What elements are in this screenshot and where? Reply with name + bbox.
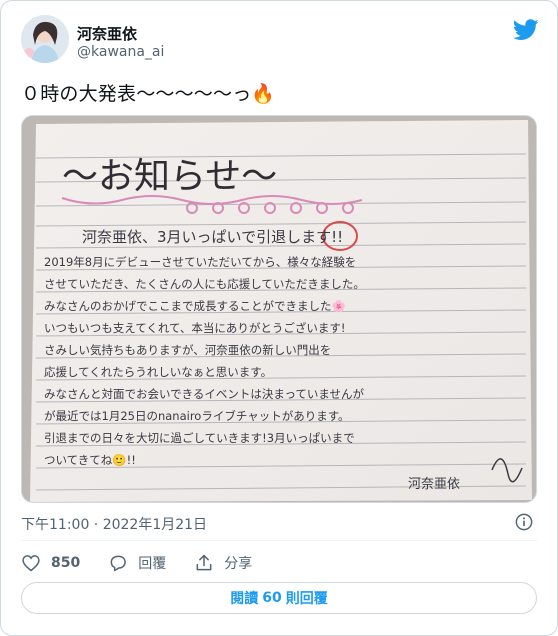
reply-button[interactable]: 回覆	[108, 553, 166, 573]
letter-line: 河奈亜依、3月いっぱいで引退します!!	[82, 228, 343, 246]
letter-line: さみしい気持ちもありますが、河奈亜依の新しい門出を	[44, 343, 331, 357]
letter-line: いつもいつも支えてくれて、本当にありがとうございます!	[44, 321, 346, 335]
avatar-image	[21, 15, 69, 63]
letter-line: みなさんと対面でお会いできるイベントは決まっていませんが	[44, 387, 365, 401]
read-replies-prefix: 閱讀	[230, 591, 259, 607]
heart-icon	[22, 555, 40, 572]
twitter-bird-icon[interactable]	[513, 19, 539, 41]
reply-label: 回覆	[138, 556, 167, 572]
tweet-text: ０時の大発表〜〜〜〜〜っ🔥	[21, 83, 276, 105]
letter-title: 〜お知らせ〜	[62, 156, 277, 197]
tweet-timestamp[interactable]: 下午11:00 · 2022年1月21日	[21, 514, 207, 534]
letter-line: ついてきてね🙂!!	[44, 453, 136, 467]
author-name[interactable]: 河奈亜依	[77, 23, 137, 44]
info-icon[interactable]	[515, 513, 533, 531]
avatar[interactable]	[21, 15, 69, 63]
share-icon	[196, 554, 212, 571]
letter-signature: 河奈亜依	[408, 477, 460, 492]
letter-photo: 〜お知らせ〜 河奈亜依、3月いっぱいで引退します!! 2019年8月にデビューさ…	[22, 116, 536, 502]
tweet-actions: 850 回覆 分享	[21, 549, 280, 577]
tweet-card: 河奈亜依 @kawana_ai ０時の大発表〜〜〜〜〜っ🔥 〜お知らせ〜 河奈亜…	[0, 0, 558, 636]
author-handle[interactable]: @kawana_ai	[77, 44, 164, 60]
letter-line: 引退までの日々を大切に過ごしていきます!3月いっぱいまで	[44, 431, 355, 445]
like-count: 850	[51, 555, 81, 571]
share-label: 分享	[224, 556, 253, 572]
letter-line: させていただき、たくさんの人にも応援していただきました。	[44, 277, 365, 291]
like-button[interactable]: 850	[21, 553, 80, 573]
letter-line: が最近では1月25日のnanairoライブチャットがあります。	[44, 409, 350, 423]
read-replies-button[interactable]: 閱讀 60 則回覆	[21, 582, 537, 614]
read-replies-suffix: 則回覆	[285, 591, 328, 607]
letter-line: 2019年8月にデビューさせていただいてから、様々な経験を	[44, 255, 356, 269]
letter-line: 応援してくれたらうれしいなぁと思います。	[44, 365, 272, 379]
share-button[interactable]: 分享	[194, 553, 252, 573]
reply-icon	[110, 555, 127, 572]
tweet-media-image[interactable]: 〜お知らせ〜 河奈亜依、3月いっぱいで引退します!! 2019年8月にデビューさ…	[21, 115, 537, 503]
letter-line: みなさんのおかげでここまで成長することができました🌸	[44, 299, 346, 313]
divider	[21, 540, 537, 541]
read-replies-count: 60	[262, 590, 282, 606]
